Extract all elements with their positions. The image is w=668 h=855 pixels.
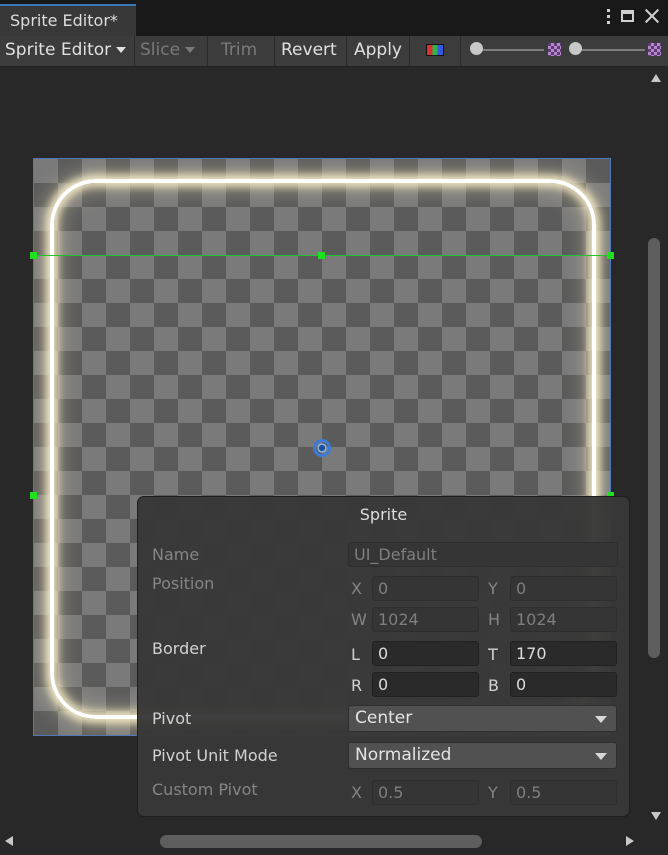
pivot-dropdown-value: Center <box>355 708 413 728</box>
tab-sprite-editor[interactable]: Sprite Editor* <box>0 4 136 36</box>
mode-dropdown-label: Sprite Editor <box>5 40 112 60</box>
chevron-down-icon <box>116 47 127 53</box>
position-x-field[interactable]: 0 <box>372 576 479 601</box>
mip-slider-track[interactable] <box>575 49 645 51</box>
alpha-checker-icon <box>548 43 561 56</box>
pivot-handle[interactable] <box>313 439 331 457</box>
border-t-label: T <box>488 645 498 664</box>
position-h-label: H <box>488 610 501 629</box>
border-t-field[interactable]: 170 <box>510 641 617 666</box>
maximize-icon[interactable] <box>621 10 634 22</box>
scrollbar-corner <box>645 827 668 855</box>
panel-title: Sprite <box>359 505 408 524</box>
pivot-unit-mode-value: Normalized <box>355 745 452 765</box>
border-handle-top-left[interactable] <box>30 252 37 259</box>
border-handle-left-middle[interactable] <box>30 492 37 499</box>
trim-label: Trim <box>221 40 258 60</box>
zoom-slider-track[interactable] <box>476 49 544 51</box>
border-r-label: R <box>351 676 363 695</box>
revert-label: Revert <box>281 40 337 60</box>
position-y-label: Y <box>488 579 498 598</box>
toolbar-divider <box>460 36 461 66</box>
border-l-field[interactable]: 0 <box>372 641 479 666</box>
custom-pivot-label: Custom Pivot <box>152 780 258 799</box>
chevron-down-icon <box>595 753 607 760</box>
slice-label: Slice <box>140 40 181 60</box>
border-label: Border <box>152 639 206 658</box>
mip-checker-icon <box>648 43 661 56</box>
position-label: Position <box>152 574 215 593</box>
scroll-right-icon[interactable] <box>626 836 634 846</box>
zoom-slider-knob[interactable] <box>470 42 483 55</box>
position-w-field[interactable]: 1024 <box>372 607 479 632</box>
position-h-field[interactable]: 1024 <box>510 607 617 632</box>
scroll-left-icon[interactable] <box>5 836 13 846</box>
custom-pivot-y-label: Y <box>488 783 498 802</box>
border-l-label: L <box>351 645 360 664</box>
more-options-icon[interactable] <box>605 8 611 24</box>
position-w-label: W <box>351 610 367 629</box>
toolbar: Sprite Editor Slice Trim Revert Apply <box>0 36 668 67</box>
mode-dropdown[interactable]: Sprite Editor <box>5 36 127 66</box>
scroll-up-icon[interactable] <box>651 74 661 82</box>
vertical-scroll-thumb[interactable] <box>648 238 660 658</box>
apply-label: Apply <box>354 40 402 60</box>
position-x-label: X <box>351 579 362 598</box>
revert-button[interactable]: Revert <box>281 36 337 66</box>
close-icon[interactable] <box>644 8 660 24</box>
custom-pivot-x-field[interactable]: 0.5 <box>372 780 479 805</box>
border-handle-top-center[interactable] <box>318 252 325 259</box>
rgb-channel-icon[interactable] <box>426 44 444 56</box>
sprite-inspector-panel: Sprite Name UI_Default Position X 0 Y 0 … <box>137 496 630 817</box>
border-handle-top-right[interactable] <box>607 252 614 259</box>
custom-pivot-y-field[interactable]: 0.5 <box>510 780 617 805</box>
window-controls <box>605 8 660 24</box>
border-b-field[interactable]: 0 <box>510 672 617 697</box>
toolbar-divider <box>134 36 135 66</box>
horizontal-scroll-thumb[interactable] <box>160 835 482 848</box>
slice-dropdown[interactable]: Slice <box>140 36 196 66</box>
border-r-field[interactable]: 0 <box>372 672 479 697</box>
tab-title: Sprite Editor* <box>10 11 118 30</box>
trim-button[interactable]: Trim <box>221 36 257 66</box>
pivot-unit-mode-dropdown[interactable]: Normalized <box>348 742 617 769</box>
custom-pivot-x-label: X <box>351 783 362 802</box>
toolbar-divider <box>207 36 208 66</box>
name-label: Name <box>152 545 200 564</box>
pivot-unit-mode-label: Pivot Unit Mode <box>152 746 278 765</box>
scroll-down-icon[interactable] <box>651 812 661 820</box>
toolbar-divider <box>346 36 347 66</box>
toolbar-divider <box>409 36 410 66</box>
mip-slider-knob[interactable] <box>569 42 582 55</box>
name-field[interactable]: UI_Default <box>348 542 618 567</box>
chevron-down-icon <box>595 716 607 723</box>
pivot-dropdown[interactable]: Center <box>348 705 617 732</box>
chevron-down-icon <box>185 47 196 53</box>
toolbar-divider <box>274 36 275 66</box>
position-y-field[interactable]: 0 <box>510 576 617 601</box>
border-b-label: B <box>488 676 499 695</box>
window-title-bar: Sprite Editor* <box>0 0 668 36</box>
pivot-label: Pivot <box>152 709 192 728</box>
apply-button[interactable]: Apply <box>354 36 402 66</box>
